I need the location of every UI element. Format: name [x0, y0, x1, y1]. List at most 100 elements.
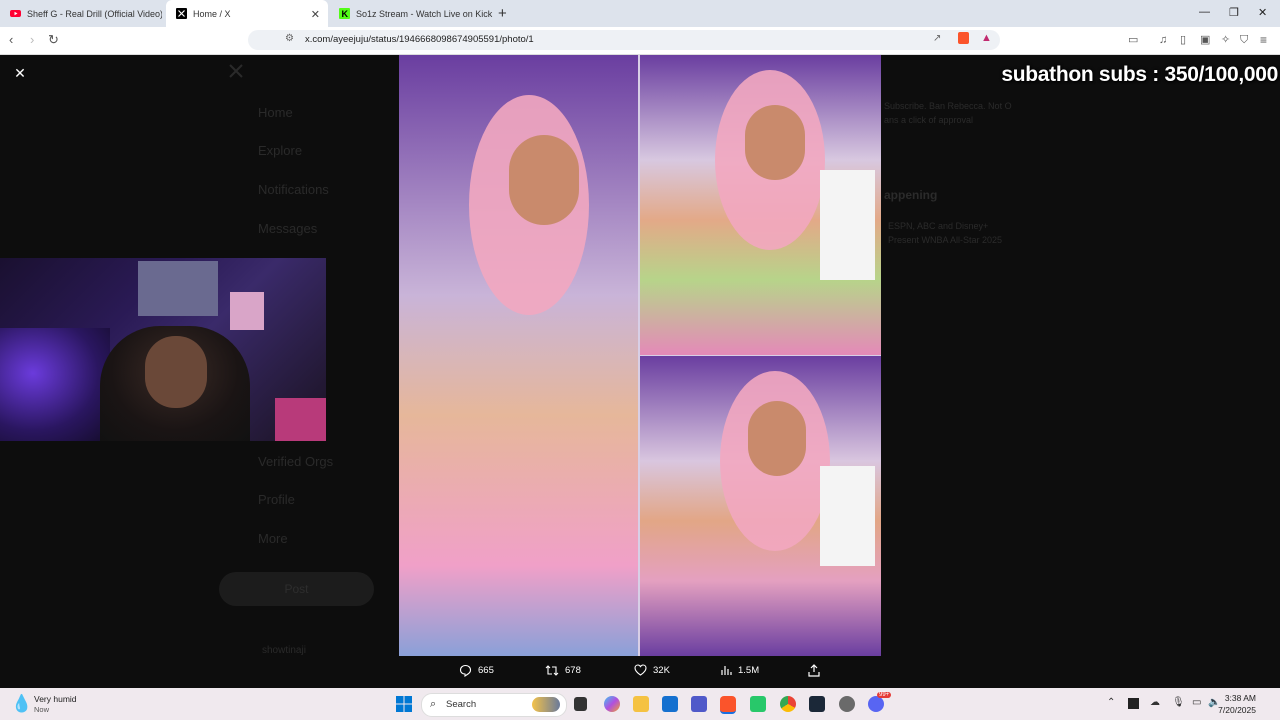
photo-detail — [745, 105, 805, 180]
address-bar[interactable]: ⚙ x.com/ayeejuju/status/1946668098674905… — [248, 30, 1000, 50]
microphone-icon[interactable]: 🎙 — [1172, 697, 1185, 708]
steam-icon[interactable] — [809, 696, 825, 712]
photo-detail — [820, 466, 875, 566]
repost-icon — [545, 665, 559, 676]
tab-title: So1z Stream - Watch Live on Kick — [356, 8, 493, 19]
browser-toolbar: ‹ › ↻ ☐ ⚙ x.com/ayeejuju/status/19466680… — [0, 27, 1280, 55]
ghost-side-text: ans a click of approval — [884, 115, 974, 125]
onedrive-icon[interactable]: ☁ — [1150, 697, 1160, 708]
network-icon[interactable]: ▭ — [1192, 697, 1201, 708]
ghost-trend: ESPN, ABC and Disney+ — [888, 221, 989, 231]
pink-light — [275, 398, 326, 441]
reply-icon — [459, 664, 472, 677]
kick-icon: K — [339, 8, 350, 19]
media-icon[interactable]: ♫ — [1159, 32, 1167, 48]
tab-home-x[interactable]: Home / X ✕ — [166, 0, 328, 27]
svg-text:K: K — [342, 9, 349, 19]
streamer-face — [145, 336, 207, 408]
like-button[interactable]: 32K — [634, 664, 670, 676]
store-icon[interactable] — [662, 696, 678, 712]
post-actions: 665 678 32K 1.5M — [0, 661, 1280, 683]
wall-poster — [138, 261, 218, 316]
ghost-nav-more: More — [258, 531, 288, 546]
x-logo-icon — [229, 64, 243, 78]
share-post-button[interactable] — [808, 664, 820, 677]
tray-app-icon[interactable] — [1128, 698, 1139, 709]
tab-strip: Sheff G - Real Drill (Official Video) - … — [0, 0, 1280, 27]
photo-detail — [820, 170, 875, 280]
webcam-overlay — [0, 258, 326, 441]
views-count: 1.5M — [738, 664, 760, 676]
ghost-nav-home: Home — [258, 105, 293, 120]
views-icon — [721, 666, 732, 675]
sidebar-icon[interactable]: ▯ — [1180, 32, 1186, 48]
minimize-button[interactable]: — — [1199, 6, 1210, 18]
teams-icon[interactable] — [691, 696, 707, 712]
task-view-icon[interactable] — [574, 697, 587, 711]
ghost-post-button: Post — [219, 572, 374, 606]
post-photo[interactable] — [399, 55, 881, 656]
ghost-nav-verified-orgs: Verified Orgs — [258, 454, 334, 469]
share-icon — [808, 664, 820, 677]
reply-button[interactable]: 665 — [459, 664, 494, 677]
search-highlight-icon — [532, 697, 560, 712]
vpn-icon[interactable]: ⛉ — [1240, 32, 1248, 48]
tab-title: Home / X — [193, 8, 231, 19]
search-placeholder: Search — [446, 699, 477, 710]
url-text: x.com/ayeejuju/status/194666809867490559… — [305, 34, 534, 45]
windows-taskbar: 💧 Very humid Now ⌕ Search 99+ ⌃ ☁ 🎙 ▭ 🔈 … — [0, 688, 1280, 720]
site-info-icon[interactable]: ⚙ — [285, 33, 294, 44]
settings-icon[interactable] — [839, 696, 855, 712]
close-tab-icon[interactable]: ✕ — [311, 8, 320, 21]
photo-detail — [748, 401, 806, 476]
tray-chevron-icon[interactable]: ⌃ — [1107, 697, 1115, 708]
brave-rewards-icon[interactable]: ▲ — [981, 32, 992, 44]
windows-start-icon[interactable] — [396, 696, 412, 712]
forward-icon[interactable]: › — [30, 32, 34, 48]
brave-browser-icon[interactable] — [720, 696, 736, 714]
views-button[interactable]: 1.5M — [721, 664, 759, 676]
app-icon[interactable] — [750, 696, 766, 712]
tab-search-icon[interactable]: ▭ — [1128, 32, 1138, 48]
photo-viewer: Home Explore Notifications Messages Veri… — [0, 55, 1280, 688]
reload-icon[interactable]: ↻ — [48, 32, 59, 48]
ghost-nav-explore: Explore — [258, 143, 303, 158]
close-photo-icon[interactable]: ✕ — [12, 65, 28, 81]
discord-icon[interactable] — [868, 696, 884, 712]
chrome-icon[interactable] — [780, 696, 796, 712]
restore-button[interactable]: ❐ — [1229, 6, 1239, 19]
clock-date: 7/20/2025 — [1218, 705, 1256, 715]
menu-icon[interactable]: ≡ — [1260, 32, 1267, 48]
tab-youtube[interactable]: Sheff G - Real Drill (Official Video) - — [0, 0, 162, 27]
system-clock[interactable]: 3:38 AM 7/20/2025 — [1218, 692, 1256, 716]
heart-icon — [634, 664, 647, 676]
ghost-nav-messages: Messages — [258, 221, 318, 236]
leo-ai-icon[interactable]: ✧ — [1221, 32, 1230, 48]
ghost-side-heading: appening — [884, 188, 938, 202]
weather-drop-icon[interactable]: 💧 — [11, 694, 32, 714]
ghost-side-text: Subscribe. Ban Rebecca. Not O — [884, 101, 1012, 111]
photo-detail — [509, 135, 579, 225]
wallet-icon[interactable]: ▣ — [1200, 32, 1210, 48]
photo-panel — [399, 55, 638, 656]
search-icon: ⌕ — [430, 698, 437, 710]
ghost-trend: Present WNBA All-Star 2025 — [888, 235, 1003, 245]
photo-panel — [640, 55, 881, 355]
clock-time: 3:38 AM — [1224, 693, 1256, 703]
close-window-button[interactable]: ✕ — [1258, 6, 1267, 19]
tab-kick[interactable]: K So1z Stream - Watch Live on Kick — [329, 0, 494, 27]
new-tab-button[interactable]: + — [498, 5, 507, 22]
copilot-icon[interactable] — [604, 696, 620, 712]
photo-panel — [640, 356, 881, 656]
tab-title: Sheff G - Real Drill (Official Video) - — [27, 8, 162, 19]
back-icon[interactable]: ‹ — [9, 32, 13, 48]
share-icon[interactable]: ↗ — [933, 33, 941, 44]
taskbar-search[interactable]: ⌕ Search — [421, 693, 567, 717]
led-light — [0, 328, 110, 441]
ghost-user: showtinaji — [262, 645, 306, 656]
subathon-overlay: subathon subs : 350/100,000 — [1001, 63, 1278, 86]
file-explorer-icon[interactable] — [633, 696, 649, 712]
like-count: 32K — [653, 664, 670, 676]
repost-button[interactable]: 678 — [545, 664, 581, 677]
brave-shield-icon[interactable] — [958, 32, 969, 44]
